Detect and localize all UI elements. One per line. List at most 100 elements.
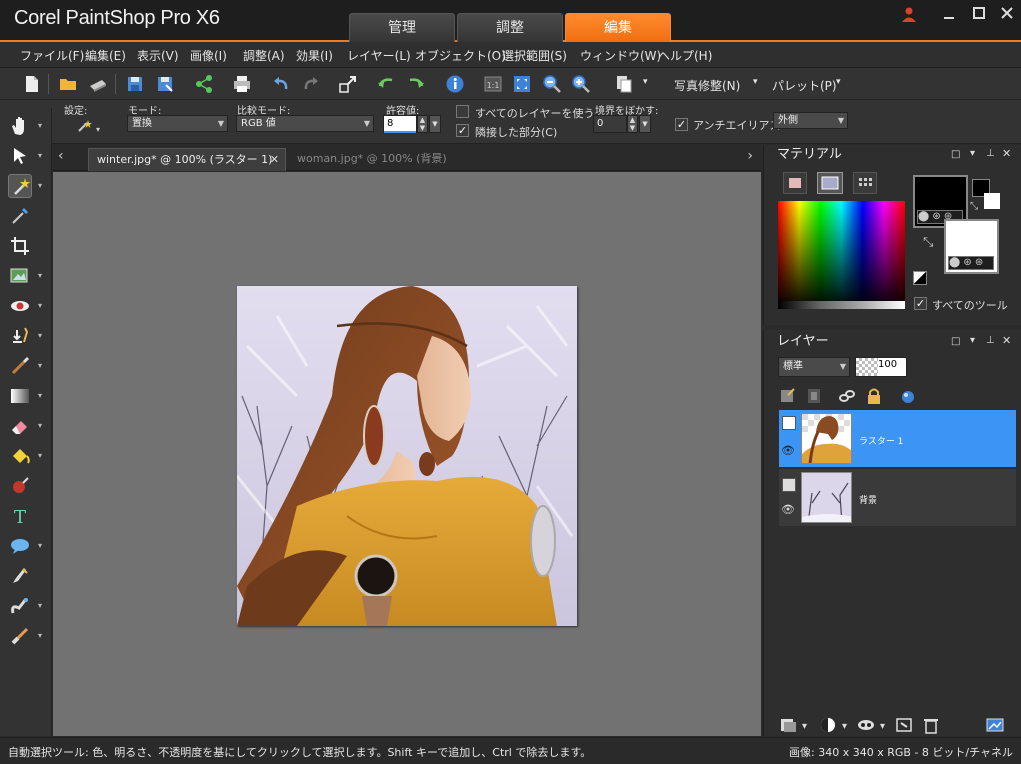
all-tools-checkbox[interactable]: ✓ — [914, 297, 927, 310]
red-eye-tool-icon[interactable] — [8, 294, 32, 318]
photo-fix-menu[interactable]: 写真修整(N) — [674, 77, 740, 94]
visibility-eye-icon[interactable]: 👁 — [781, 503, 797, 517]
feather-input[interactable]: 0 — [593, 115, 627, 133]
lock-icon[interactable] — [864, 387, 884, 405]
open-folder-icon[interactable] — [58, 74, 78, 94]
new-file-icon[interactable] — [22, 74, 42, 94]
color-spectrum[interactable] — [778, 201, 905, 309]
preset-picker[interactable]: ▾ — [76, 117, 100, 135]
tab-manage[interactable]: 管理 — [349, 13, 455, 42]
background-style-icons[interactable]: ⬤ ⊛ ⊛ — [948, 256, 994, 270]
palette-dropdown-icon[interactable]: ▾ — [836, 77, 841, 87]
redo-icon[interactable] — [301, 74, 321, 94]
layer-group-icon[interactable] — [782, 478, 796, 492]
layer-mask-icon[interactable] — [805, 387, 825, 405]
menu-selections[interactable]: 選択範囲(S) — [502, 47, 567, 64]
feather-dropdown[interactable]: ▼ — [639, 115, 651, 133]
swap-small-icon[interactable]: ⤡ — [970, 201, 978, 212]
scan-icon[interactable] — [88, 74, 108, 94]
print-icon[interactable] — [232, 74, 252, 94]
layer-group-icon[interactable] — [782, 416, 796, 430]
menu-effects[interactable]: 効果(I) — [296, 47, 333, 64]
photo-fix-dropdown-icon[interactable]: ▾ — [753, 77, 758, 87]
layer-row[interactable]: 👁 ラスター 1 — [779, 410, 1016, 467]
undo-icon[interactable] — [271, 74, 291, 94]
menu-file[interactable]: ファイル(F) — [20, 47, 84, 64]
save-icon[interactable] — [125, 74, 145, 94]
palette-menu[interactable]: パレット(P) — [772, 77, 837, 94]
tolerance-spinner[interactable]: ▲ ▼ — [417, 115, 428, 133]
opacity-field[interactable]: 100 — [855, 357, 907, 377]
grayscale-strip[interactable] — [778, 301, 905, 309]
panel-menu-icon[interactable]: ▾ — [970, 148, 975, 159]
crop-tool-icon[interactable] — [8, 234, 32, 258]
panel-pin-icon[interactable]: ⊥ — [986, 335, 995, 346]
contiguous-checkbox[interactable]: ✓ — [456, 124, 469, 137]
composite-image[interactable] — [237, 286, 577, 626]
close-tab-icon[interactable]: ✕ — [270, 149, 279, 171]
merge-icon[interactable] — [894, 716, 914, 734]
gradient-tool-icon[interactable] — [8, 384, 32, 408]
fit-window-icon[interactable] — [512, 74, 532, 94]
user-icon[interactable] — [900, 6, 918, 24]
adjustment-layer-icon[interactable] — [818, 716, 838, 734]
menu-adjust[interactable]: 調整(A) — [243, 47, 285, 64]
rotate-right-icon[interactable] — [406, 74, 426, 94]
canvas-area[interactable] — [53, 172, 761, 736]
tolerance-dropdown[interactable]: ▼ — [429, 115, 441, 133]
makeover-tool-icon[interactable] — [8, 324, 32, 348]
resize-icon[interactable] — [338, 74, 358, 94]
tab-scroll-left-icon[interactable]: ‹ — [58, 148, 64, 164]
magic-wand-tool-icon[interactable] — [8, 174, 32, 198]
visibility-eye-icon[interactable]: 👁 — [781, 444, 797, 458]
share-icon[interactable] — [194, 74, 214, 94]
use-all-layers-checkbox[interactable] — [456, 105, 469, 118]
pick-tool-icon[interactable] — [8, 144, 32, 168]
background-small-swatch[interactable] — [984, 193, 1000, 209]
doc-tab-winter[interactable]: winter.jpg* @ 100% (ラスター 1) ✕ — [88, 148, 286, 171]
panel-close-icon[interactable]: ✕ — [1002, 334, 1011, 347]
panel-pin-icon[interactable]: ⊥ — [986, 148, 995, 159]
zoom-out-icon[interactable] — [542, 74, 562, 94]
panel-close-icon[interactable]: ✕ — [1002, 147, 1011, 160]
layer-properties-icon[interactable] — [985, 716, 1005, 734]
background-swatch[interactable]: ⬤ ⊛ ⊛ — [944, 219, 999, 274]
link-icon[interactable] — [837, 387, 857, 405]
copy-icon[interactable] — [614, 74, 634, 94]
mask-icon[interactable] — [856, 716, 876, 734]
pan-tool-icon[interactable] — [8, 114, 32, 138]
menu-edit[interactable]: 編集(E) — [85, 47, 126, 64]
reset-colors-icon[interactable] — [913, 271, 927, 285]
antialias-mode-select[interactable]: 外側 ▼ — [773, 112, 848, 129]
tab-scroll-right-icon[interactable]: › — [747, 148, 753, 164]
delete-layer-icon[interactable] — [921, 716, 941, 734]
close-icon[interactable] — [998, 6, 1016, 24]
menu-objects[interactable]: オブジェクト(O) — [415, 47, 506, 64]
mode-select[interactable]: 置換 ▼ — [127, 115, 228, 132]
tab-adjust[interactable]: 調整 — [457, 13, 563, 42]
doc-tab-woman[interactable]: woman.jpg* @ 100% (背景) — [289, 148, 455, 171]
brush-tool-icon[interactable] — [8, 354, 32, 378]
tab-edit[interactable]: 編集 — [565, 13, 671, 42]
panel-undock-icon[interactable]: □ — [951, 336, 960, 347]
layer-row[interactable]: 👁 背景 — [779, 469, 1016, 526]
frame-tab-icon[interactable] — [783, 172, 807, 194]
color-changer-tool-icon[interactable] — [8, 474, 32, 498]
dropper-tool-icon[interactable] — [8, 204, 32, 228]
actual-size-icon[interactable]: 1:1 — [483, 74, 503, 94]
preset-shape-tool-icon[interactable] — [8, 534, 32, 558]
blend-mode-select[interactable]: 標準 ▼ — [778, 357, 850, 377]
fill-tool-icon[interactable] — [8, 444, 32, 468]
menu-view[interactable]: 表示(V) — [137, 47, 179, 64]
feather-spinner[interactable]: ▲ ▼ — [627, 115, 638, 133]
info-icon[interactable] — [445, 74, 465, 94]
warp-brush-tool-icon[interactable] — [8, 594, 32, 618]
swatches-tab-icon[interactable] — [853, 172, 877, 194]
text-tool-icon[interactable]: T — [8, 504, 32, 528]
compare-mode-select[interactable]: RGB 値 ▼ — [236, 115, 374, 132]
minimize-icon[interactable] — [940, 6, 958, 24]
oil-brush-tool-icon[interactable] — [8, 624, 32, 648]
eraser-tool-icon[interactable] — [8, 414, 32, 438]
menu-help[interactable]: ヘルプ(H) — [658, 47, 712, 64]
new-raster-layer-icon[interactable] — [778, 387, 798, 405]
